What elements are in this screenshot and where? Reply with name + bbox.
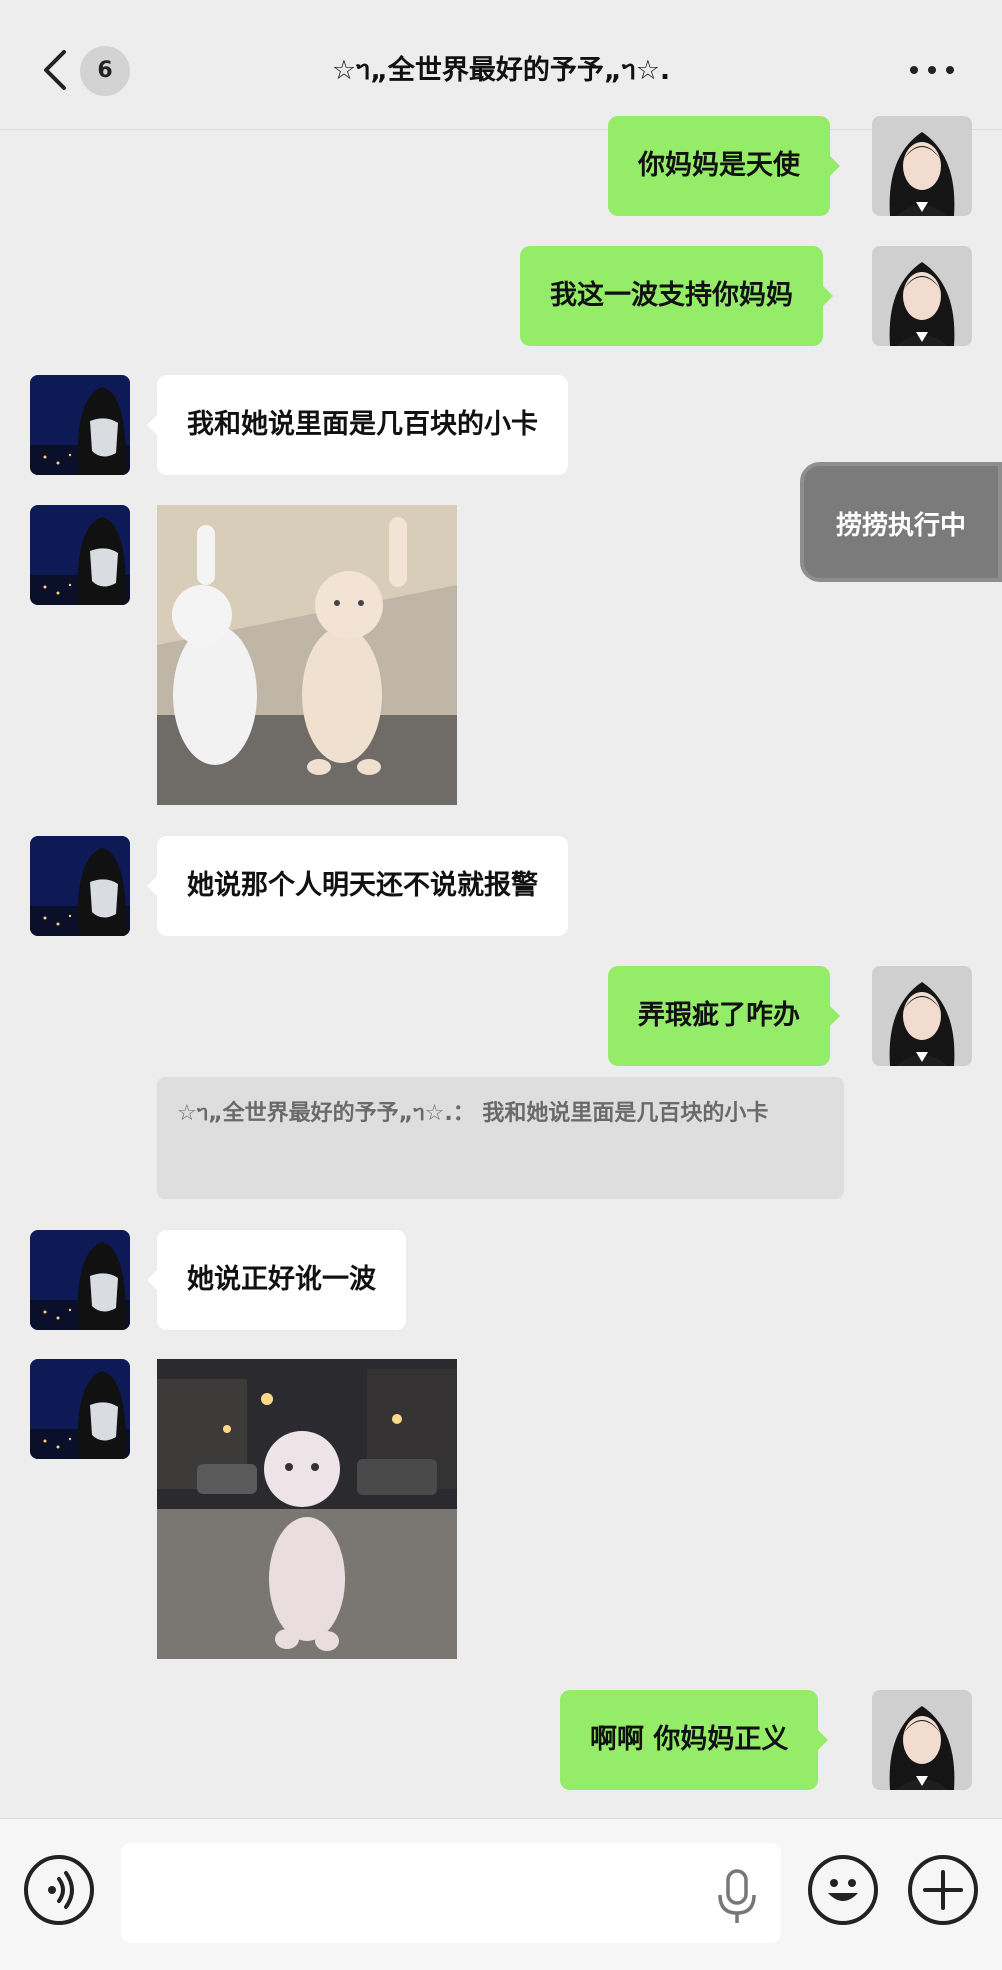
quoted-message[interactable]: ☆ᥐ„全世界最好的予予„ᥐ☆.： 我和她说里面是几百块的小卡 (157, 1077, 844, 1199)
incoming-message-bubble[interactable]: 她说正好讹一波 (147, 1230, 406, 1330)
incoming-message-bubble[interactable]: 我和她说里面是几百块的小卡 (147, 375, 568, 475)
my-avatar[interactable] (872, 116, 972, 216)
my-avatar[interactable] (872, 1690, 972, 1790)
floating-status-button[interactable]: 捞捞执行中 (800, 462, 1002, 582)
contact-avatar[interactable] (30, 836, 130, 936)
more-options-icon[interactable] (902, 52, 962, 88)
contact-avatar[interactable] (30, 375, 130, 475)
unread-count-badge[interactable]: 6 (80, 46, 130, 96)
outgoing-message-bubble[interactable]: 弄瑕疵了咋办 (608, 966, 840, 1066)
kitten-street-sticker[interactable] (157, 1359, 457, 1659)
microphone-icon[interactable] (712, 1867, 762, 1927)
chat-header: 6 ☆ᥐ„全世界最好的予予„ᥐ☆. (0, 0, 1002, 130)
contact-avatar[interactable] (30, 1230, 130, 1330)
back-arrow-icon[interactable] (38, 48, 72, 92)
outgoing-message-bubble[interactable]: 我这一波支持你妈妈 (520, 246, 833, 346)
input-bar (0, 1818, 1002, 1970)
my-avatar[interactable] (872, 966, 972, 1066)
my-avatar[interactable] (872, 246, 972, 346)
contact-avatar[interactable] (30, 505, 130, 605)
chat-title: ☆ᥐ„全世界最好的予予„ᥐ☆. (331, 55, 671, 86)
outgoing-message-bubble[interactable]: 你妈妈是天使 (608, 116, 840, 216)
kittens-sticker[interactable] (157, 505, 457, 805)
plus-icon[interactable] (908, 1855, 978, 1925)
emoji-icon[interactable] (808, 1855, 878, 1925)
message-input[interactable] (121, 1843, 781, 1943)
outgoing-message-bubble[interactable]: 啊啊 你妈妈正义 (560, 1690, 829, 1790)
voice-toggle-icon[interactable] (24, 1855, 94, 1925)
contact-avatar[interactable] (30, 1359, 130, 1459)
incoming-message-bubble[interactable]: 她说那个人明天还不说就报警 (147, 836, 568, 936)
